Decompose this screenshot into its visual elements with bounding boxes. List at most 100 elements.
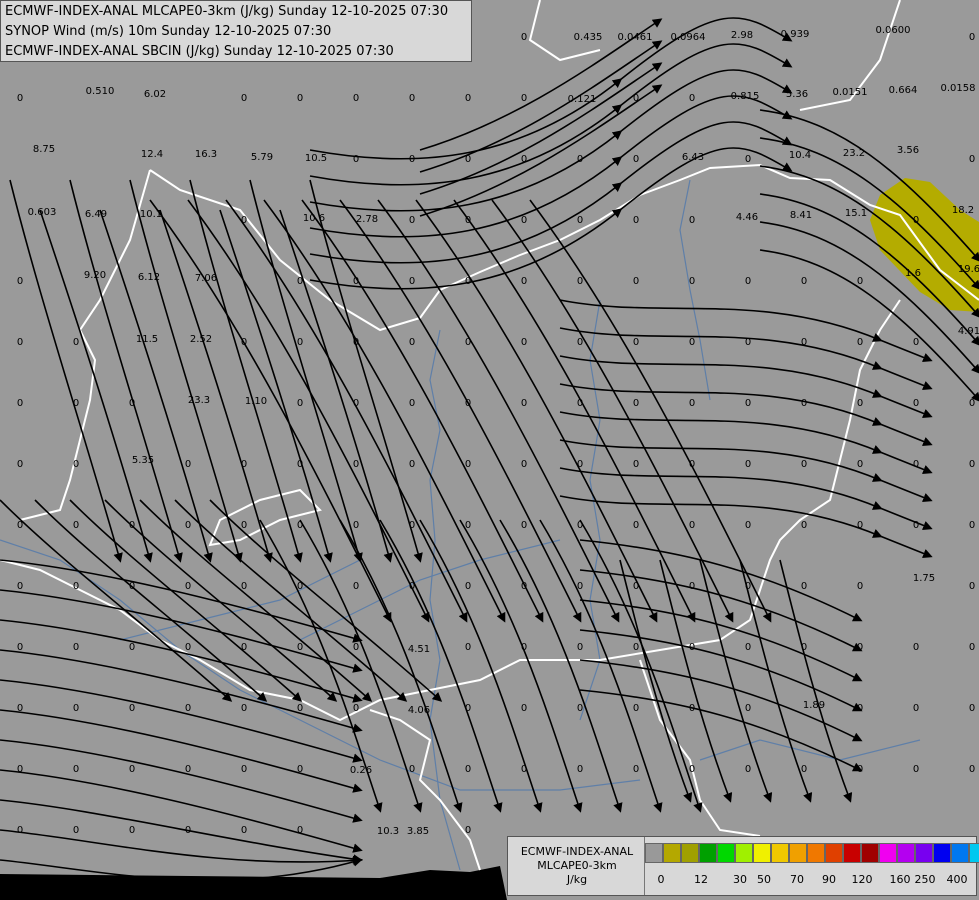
sbcin-zero-label: 0 [185, 825, 191, 836]
legend-swatch [789, 843, 807, 863]
sbcin-zero-label: 0 [73, 703, 79, 714]
sbcin-zero-label: 0 [185, 581, 191, 592]
legend-swatch [897, 843, 915, 863]
sbcin-zero-label: 0 [689, 459, 695, 470]
sbcin-zero-label: 0 [185, 642, 191, 653]
color-legend: ECMWF-INDEX-ANAL MLCAPE0-3km J/kg 0 12 30 5… [507, 836, 979, 896]
sbcin-zero-label: 0 [73, 337, 79, 348]
sbcin-label: 3.85 [407, 826, 429, 837]
sbcin-zero-label: 0 [409, 520, 415, 531]
sbcin-zero-label: 0 [969, 32, 975, 43]
legend-field: MLCAPE0-3km [537, 859, 617, 872]
sbcin-zero-label: 0 [465, 337, 471, 348]
legend-unit: J/kg [566, 873, 588, 886]
sbcin-zero-label: 0 [129, 764, 135, 775]
sbcin-label: 4.91 [958, 326, 979, 337]
sbcin-label: 1.6 [905, 268, 921, 279]
sbcin-zero-label: 0 [689, 703, 695, 714]
legend-model: ECMWF-INDEX-ANAL [520, 845, 634, 858]
sbcin-zero-label: 0 [465, 215, 471, 226]
sbcin-zero-label: 0 [129, 581, 135, 592]
sbcin-zero-label: 0 [353, 276, 359, 287]
sbcin-zero-label: 0 [633, 764, 639, 775]
sbcin-label: 23.2 [843, 148, 865, 159]
legend-tick: 0 [657, 873, 665, 886]
sbcin-zero-label: 0 [521, 32, 527, 43]
sbcin-label: 0.121 [568, 94, 597, 105]
sbcin-label: 9.20 [84, 270, 106, 281]
sbcin-zero-label: 0 [689, 93, 695, 104]
sbcin-zero-label: 0 [689, 642, 695, 653]
sbcin-zero-label: 0 [241, 642, 247, 653]
sbcin-zero-label: 0 [969, 154, 975, 165]
sbcin-zero-label: 0 [633, 276, 639, 287]
sbcin-zero-label: 0 [409, 337, 415, 348]
sbcin-zero-label: 0 [577, 703, 583, 714]
sbcin-zero-label: 0 [689, 520, 695, 531]
sbcin-zero-label: 0 [185, 520, 191, 531]
sbcin-label: 0.0964 [671, 32, 706, 43]
sbcin-zero-label: 0 [969, 703, 975, 714]
sbcin-zero-label: 0 [465, 459, 471, 470]
sbcin-zero-label: 0 [521, 93, 527, 104]
sbcin-zero-label: 0 [73, 459, 79, 470]
map-title-box: ECMWF-INDEX-ANAL MLCAPE0-3km (J/kg) Sund… [0, 0, 472, 62]
legend-swatch [699, 843, 717, 863]
sbcin-zero-label: 0 [73, 642, 79, 653]
title-line-wind: SYNOP Wind (m/s) 10m Sunday 12-10-2025 0… [5, 24, 332, 39]
sbcin-zero-label: 0 [969, 764, 975, 775]
sbcin-zero-label: 0 [801, 520, 807, 531]
sbcin-zero-label: 0 [913, 398, 919, 409]
sbcin-label: 0.0600 [876, 25, 911, 36]
sbcin-zero-label: 0 [689, 764, 695, 775]
sbcin-zero-label: 0 [297, 703, 303, 714]
sbcin-zero-label: 0 [633, 459, 639, 470]
sbcin-zero-label: 0 [745, 520, 751, 531]
sbcin-zero-label: 0 [409, 459, 415, 470]
sbcin-zero-label: 0 [857, 459, 863, 470]
sbcin-zero-label: 0 [17, 459, 23, 470]
legend-swatch [663, 843, 681, 863]
sbcin-zero-label: 0 [969, 581, 975, 592]
sbcin-zero-label: 0 [297, 764, 303, 775]
legend-swatch [915, 843, 933, 863]
sbcin-zero-label: 0 [353, 459, 359, 470]
sbcin-zero-label: 0 [129, 520, 135, 531]
sbcin-zero-label: 0 [185, 764, 191, 775]
sbcin-zero-label: 0 [745, 581, 751, 592]
sbcin-zero-label: 0 [745, 764, 751, 775]
sbcin-zero-label: 0 [633, 93, 639, 104]
sbcin-label: 1.75 [913, 573, 935, 584]
sbcin-zero-label: 0 [633, 215, 639, 226]
sbcin-zero-label: 0 [297, 459, 303, 470]
sbcin-zero-label: 0 [633, 642, 639, 653]
sbcin-label: 10.3 [377, 826, 399, 837]
sbcin-zero-label: 0 [353, 337, 359, 348]
sbcin-zero-label: 0 [129, 642, 135, 653]
sbcin-label: 0.0151 [833, 87, 868, 98]
sbcin-label: 0.0461 [618, 32, 653, 43]
sbcin-zero-label: 0 [409, 581, 415, 592]
sbcin-label: 4.46 [736, 212, 758, 223]
sbcin-label: 2.98 [731, 30, 753, 41]
sbcin-zero-label: 0 [745, 642, 751, 653]
sbcin-label: 0.815 [731, 91, 760, 102]
sbcin-zero-label: 0 [857, 276, 863, 287]
legend-tick: 400 [946, 873, 968, 886]
sbcin-label: 2.52 [190, 334, 212, 345]
sbcin-zero-label: 0 [633, 520, 639, 531]
sbcin-label: 12.4 [141, 149, 163, 160]
sbcin-zero-label: 0 [409, 154, 415, 165]
sbcin-zero-label: 0 [185, 459, 191, 470]
sbcin-zero-label: 0 [521, 398, 527, 409]
sbcin-label: 1.89 [803, 700, 825, 711]
sbcin-zero-label: 0 [577, 764, 583, 775]
sbcin-zero-label: 0 [409, 276, 415, 287]
sbcin-label: 10.6 [303, 213, 325, 224]
sbcin-zero-label: 0 [297, 581, 303, 592]
sbcin-zero-label: 0 [577, 337, 583, 348]
sbcin-label: 0.939 [781, 29, 810, 40]
sbcin-label: 10.4 [789, 150, 811, 161]
sbcin-zero-label: 0 [409, 93, 415, 104]
sbcin-label: 6.02 [144, 89, 166, 100]
